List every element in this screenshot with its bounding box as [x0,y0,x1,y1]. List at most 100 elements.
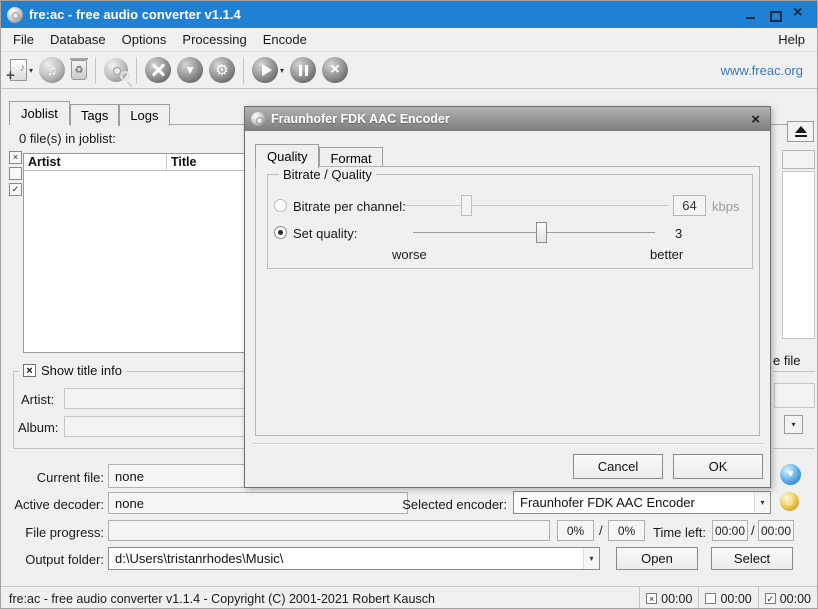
toolbar-separator [136,57,137,84]
output-folder-path: d:\Users\tristanrhodes\Music\ [115,551,583,566]
dialog-title: Fraunhofer FDK AAC Encoder [271,112,450,126]
tab-joblist[interactable]: Joblist [9,101,70,125]
play-icon [252,57,278,83]
configure-button[interactable]: ⚙ [206,54,238,86]
joblist-count: 0 file(s) in joblist: [19,131,116,146]
dialog-titlebar: Fraunhofer FDK AAC Encoder × [245,107,770,131]
general-settings-button[interactable] [142,54,174,86]
file-progress-bar [108,520,550,541]
window-titlebar: fre:ac - free audio converter v1.1.4 [1,1,817,28]
menu-options[interactable]: Options [114,29,175,50]
menu-encode[interactable]: Encode [255,29,315,50]
funnel-icon: ▼ [177,57,203,83]
tools-icon [145,57,171,83]
pause-icon [290,57,316,83]
freac-website-link[interactable]: www.freac.org [721,63,811,78]
timer-panel-3: ✓ 00:00 [758,587,817,609]
app-icon [7,7,23,23]
dialog-close-icon[interactable]: × [747,111,764,128]
timer-x-icon: × [646,593,657,604]
select-button[interactable]: Select [711,547,793,570]
ok-button[interactable]: OK [673,454,763,479]
bitrate-unit: kbps [712,199,739,214]
eject-button[interactable] [787,121,814,142]
artist-label: Artist: [21,392,54,407]
show-title-info-checkbox[interactable]: × [23,364,36,377]
add-files-button[interactable]: ♪+ ▾ [7,54,36,86]
selected-encoder-combo[interactable]: Fraunhofer FDK AAC Encoder ▾ [513,491,771,514]
show-title-info-label: Show title info [41,363,122,378]
quality-value: 3 [675,226,682,241]
show-title-info[interactable]: × Show title info [19,363,126,378]
clipped-checkbox-label: e file [773,353,800,368]
right-panel-field-2[interactable] [774,383,815,408]
add-files-icon: ♪+ [10,59,27,81]
add-audio-cd-button[interactable]: ♫ [36,54,68,86]
start-conversion-button[interactable]: ▾ [249,54,287,86]
select-toggle-button[interactable]: ✓ [9,183,22,196]
pause-conversion-button[interactable] [287,54,319,86]
active-decoder-value: none [108,492,408,514]
cancel-button[interactable]: Cancel [573,454,663,479]
bitrate-radio[interactable] [274,199,287,212]
bitrate-slider-thumb[interactable] [461,195,472,216]
output-folder-combo[interactable]: d:\Users\tristanrhodes\Music\ ▾ [108,547,600,570]
select-empty-button[interactable] [9,167,22,180]
timer-panel-1: × 00:00 [639,587,698,609]
time-left-a: 00:00 [712,520,748,541]
encoder-dropdown-icon[interactable]: ▾ [754,492,770,513]
bitrate-value[interactable]: 64 [673,195,706,216]
gear-icon: ⚙ [209,57,235,83]
encoder-dialog: Fraunhofer FDK AAC Encoder × QualityForm… [244,106,771,488]
tab-logs[interactable]: Logs [119,104,169,126]
status-text: fre:ac - free audio converter v1.1.4 - C… [1,592,639,606]
menu-help[interactable]: Help [770,29,813,50]
add-files-dropdown-icon[interactable]: ▾ [29,66,33,75]
output-folder-dropdown-icon[interactable]: ▾ [583,548,599,569]
menu-processing[interactable]: Processing [174,29,254,50]
processing-button[interactable]: ▼ [174,54,206,86]
open-button[interactable]: Open [616,547,698,570]
toolbar-separator [95,57,96,84]
current-file-label: Current file: [1,470,104,485]
output-folder-label: Output folder: [1,552,104,567]
remove-all-button[interactable]: ♻ [68,54,90,86]
quality-slider-thumb[interactable] [536,222,547,243]
stop-conversion-button[interactable]: × [319,54,351,86]
right-panel-dropdown-icon[interactable]: ▾ [784,415,803,434]
close-icon[interactable] [793,9,805,21]
tab-tags[interactable]: Tags [70,104,119,126]
right-panel-list[interactable] [782,171,815,339]
file-progress-label: File progress: [1,525,104,540]
scale-worse-label: worse [392,247,427,262]
bitrate-slider[interactable] [403,195,668,216]
app-window: fre:ac - free audio converter v1.1.4 Fil… [0,0,818,609]
dialog-icon [251,112,265,126]
menu-database[interactable]: Database [42,29,114,50]
processing-indicator-icon[interactable]: ▼ [780,464,801,485]
audio-cd-icon: ♫ [39,57,65,83]
time-left-b: 00:00 [758,520,794,541]
select-none-button[interactable]: × [9,151,22,164]
tab-quality[interactable]: Quality [255,144,319,168]
main-tab-strip: JoblistTagsLogs [9,101,170,125]
toolbar-separator [243,57,244,84]
column-artist[interactable]: Artist [24,154,167,170]
minimize-icon[interactable] [745,9,757,21]
set-quality-radio[interactable] [274,226,287,239]
start-dropdown-icon[interactable]: ▾ [280,66,284,75]
quality-slider[interactable] [413,222,655,243]
timer-check-icon: ✓ [765,593,776,604]
bitrate-quality-group-label: Bitrate / Quality [279,167,376,182]
album-label: Album: [18,420,58,435]
menu-file[interactable]: File [5,29,42,50]
status-bar: fre:ac - free audio converter v1.1.4 - C… [1,586,817,609]
maximize-icon[interactable] [769,9,781,21]
timer-panel-2: 00:00 [698,587,757,609]
window-title: fre:ac - free audio converter v1.1.4 [29,7,241,22]
right-panel-field[interactable] [782,150,815,169]
menu-bar: File Database Options Processing Encode … [1,28,817,52]
encoder-settings-icon[interactable]: ☼ [780,492,799,511]
progress-percent-b: 0% [608,520,645,541]
cddb-query-button[interactable] [101,54,131,86]
